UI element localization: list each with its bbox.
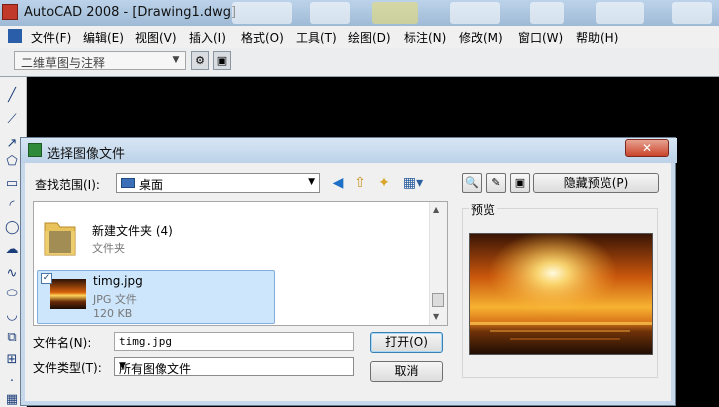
menu-file[interactable]: 文件(F) [31,29,71,46]
workspace-select-value: 二维草图与注释 [21,56,106,70]
sunset-image [470,234,652,354]
folder-type: 文件夹 [92,242,125,255]
menu-view[interactable]: 视图(V) [135,29,177,46]
point-icon[interactable]: · [5,375,19,389]
desktop-icon [121,178,135,188]
menu-modify[interactable]: 修改(M) [459,29,503,46]
workspace-settings-gear-icon[interactable]: ⚙ [191,51,209,70]
scroll-thumb[interactable] [432,293,444,307]
up-folder-icon[interactable]: ⇧ [351,174,369,192]
file-list[interactable]: 新建文件夹 (4) 文件夹 ✓ timg.jpg JPG 文件 120 KB ▲… [33,201,448,326]
file-list-scrollbar[interactable]: ▲ ▼ [429,202,447,325]
tools-icon[interactable]: ▣ [510,173,530,193]
cancel-button[interactable]: 取消 [370,361,443,382]
revision-cloud-icon[interactable]: ☁ [5,243,19,257]
open-button[interactable]: 打开(O) [370,332,443,353]
folder-name: 新建文件夹 (4) [92,224,173,238]
hatch-icon[interactable]: ▦ [5,393,19,407]
find-file-icon[interactable]: 🔍 [462,173,482,193]
ellipse-icon[interactable]: ⬭ [5,287,19,301]
preview-image [469,233,653,355]
filename-input[interactable] [114,332,354,351]
close-button[interactable]: ✕ [625,139,669,157]
circle-icon[interactable]: ◯ [5,221,20,235]
blurred-background [372,2,418,24]
menu-help[interactable]: 帮助(H) [576,29,618,46]
menu-edit[interactable]: 编辑(E) [83,29,124,46]
menu-insert[interactable]: 插入(I) [189,29,226,46]
menu-window[interactable]: 窗口(W) [518,29,563,46]
menu-dimension[interactable]: 标注(N) [404,29,446,46]
blurred-background [530,2,564,24]
line-icon[interactable]: ╱ [5,89,19,103]
locate-icon[interactable]: ✎ [486,173,506,193]
window-title: AutoCAD 2008 - [Drawing1.dwg] [24,5,237,20]
file-type: JPG 文件 [93,293,137,306]
hide-preview-button[interactable]: 隐藏预览(P) [533,173,659,193]
construction-line-icon[interactable]: ⟋ [5,113,19,127]
new-folder-icon[interactable]: ✦ [375,174,393,192]
spline-icon[interactable]: ∿ [5,267,19,281]
chevron-down-icon: ▼ [172,55,180,65]
back-icon[interactable]: ◀ [329,174,347,192]
menu-format[interactable]: 格式(O) [241,29,284,46]
menu-draw[interactable]: 绘图(D) [348,29,391,46]
filetype-label: 文件类型(T): [33,361,102,375]
ellipse-arc-icon[interactable]: ◡ [5,309,19,323]
dialog-title-bar: 选择图像文件 ✕ [21,138,677,163]
make-block-icon[interactable]: ⊞ [5,353,19,367]
chevron-down-icon: ▼ [119,361,126,371]
lookin-label: 查找范围(I): [35,178,100,192]
list-item-image-selected[interactable]: ✓ timg.jpg JPG 文件 120 KB [37,270,275,324]
blurred-background [232,2,292,24]
rectangle-icon[interactable]: ▭ [5,177,19,191]
window-title-bar: AutoCAD 2008 - [Drawing1.dwg] [0,0,719,26]
workspace-select[interactable]: 二维草图与注释 ▼ [14,51,186,70]
menu-tools[interactable]: 工具(T) [296,29,337,46]
lookin-value: 桌面 [139,178,164,192]
blurred-background [596,2,644,24]
lookin-select[interactable]: 桌面 ▼ [116,173,320,193]
folder-icon [44,222,76,256]
insert-block-icon[interactable]: ⧉ [5,331,19,345]
preview-label: 预览 [469,201,498,218]
file-size: 120 KB [93,307,133,320]
filetype-select[interactable]: 所有图像文件 ▼ [114,357,354,376]
document-icon[interactable] [8,29,22,43]
dialog-title: 选择图像文件 [47,147,126,162]
image-thumbnail [50,279,86,309]
checkbox[interactable]: ✓ [41,273,52,284]
blurred-background [310,2,350,24]
views-menu-icon[interactable]: ▦▾ [399,174,427,192]
polygon-icon[interactable]: ⬠ [5,155,19,169]
workspace-toolbar: 二维草图与注释 ▼ ⚙ ▣ [0,48,719,77]
scroll-up-icon[interactable]: ▲ [433,205,439,214]
list-item-folder[interactable]: 新建文件夹 (4) 文件夹 [37,208,275,262]
blurred-background [450,2,500,24]
scroll-down-icon[interactable]: ▼ [433,312,439,321]
file-name: timg.jpg [93,274,143,288]
blurred-background [672,2,712,24]
dialog-app-icon [28,143,42,157]
filename-label: 文件名(N): [33,336,92,350]
arc-icon[interactable]: ◜ [5,199,19,213]
menu-bar: 文件(F) 编辑(E) 视图(V) 插入(I) 格式(O) 工具(T) 绘图(D… [0,26,719,49]
chevron-down-icon: ▼ [308,177,315,187]
autocad-app-icon[interactable] [2,4,18,20]
select-image-file-dialog: 选择图像文件 ✕ 查找范围(I): 桌面 ▼ ◀ ⇧ ✦ ▦▾ 🔍 ✎ ▣ 隐藏… [20,137,677,406]
polyline-icon[interactable]: ↗ [5,137,19,151]
workspace-toolbar-icon[interactable]: ▣ [213,51,231,70]
